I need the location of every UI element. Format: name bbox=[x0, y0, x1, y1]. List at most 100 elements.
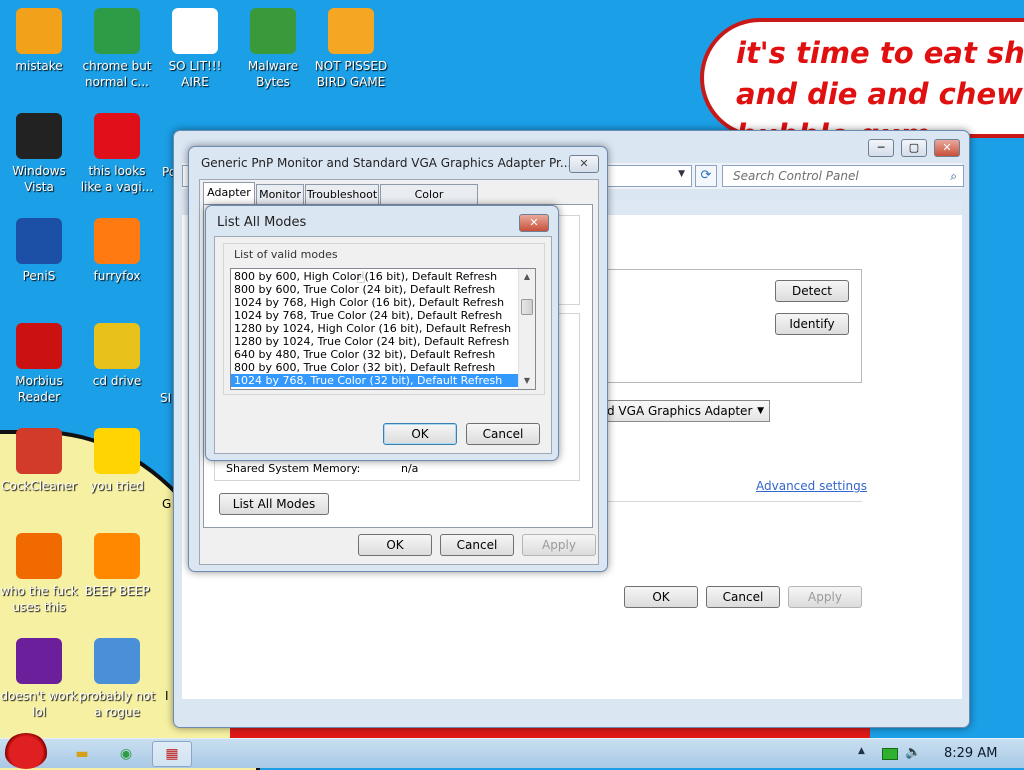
list-item[interactable]: 800 by 600, True Color (32 bit), Default… bbox=[231, 361, 519, 374]
chevron-down-icon[interactable]: ▼ bbox=[678, 169, 685, 179]
tray-expand-arrow-icon[interactable]: ▲ bbox=[858, 746, 865, 756]
control-panel-taskbar-button[interactable]: ▦ bbox=[152, 741, 192, 767]
desktop-icon[interactable]: furryfox bbox=[78, 218, 156, 284]
dialog-title: Generic PnP Monitor and Standard VGA Gra… bbox=[201, 156, 572, 170]
list-item[interactable]: 1280 by 1024, High Color (16 bit), Defau… bbox=[231, 322, 519, 335]
list-item[interactable]: 1024 by 768, True Color (24 bit), Defaul… bbox=[231, 309, 519, 322]
list-item[interactable]: 800 by 600, High Color (16 bit), Default… bbox=[231, 270, 519, 283]
desktop-icon[interactable]: mistake bbox=[0, 8, 78, 74]
group-label: List of valid modes bbox=[232, 248, 340, 261]
search-placeholder: Search Control Panel bbox=[733, 169, 859, 183]
start-button-angry-bird-icon[interactable] bbox=[4, 733, 48, 769]
maximize-button[interactable]: ▢ bbox=[901, 139, 927, 157]
desktop-icon[interactable]: SO LIT!!! AIRE bbox=[156, 8, 234, 90]
volume-icon[interactable]: 🔈 bbox=[905, 745, 921, 760]
close-button[interactable]: ✕ bbox=[519, 214, 549, 232]
desktop-icon-label: furryfox bbox=[93, 269, 141, 283]
desktop-icon[interactable]: PeniS bbox=[0, 218, 78, 284]
detect-button[interactable]: Detect bbox=[775, 280, 849, 302]
yahoo-icon bbox=[16, 638, 62, 684]
desktop-icon-label: CockCleaner bbox=[1, 479, 77, 493]
scroll-up-arrow-icon[interactable]: ▲ bbox=[519, 269, 535, 285]
scroll-down-arrow-icon[interactable]: ▼ bbox=[519, 373, 535, 389]
modes-listbox[interactable]: 800 by 600, High Color (16 bit), Default… bbox=[230, 268, 536, 390]
refresh-icon[interactable]: ⟳ bbox=[695, 165, 717, 187]
desktop-icon[interactable]: probably not a rogue bbox=[78, 638, 156, 720]
photoshop-icon bbox=[16, 218, 62, 264]
desktop-icon[interactable]: who the fuck uses this bbox=[0, 533, 78, 615]
taskbar: ▬ ◉ ▦ ▲ 🔈 8:29 AM bbox=[0, 733, 1024, 769]
desktop-icon[interactable]: Malware Bytes bbox=[234, 8, 312, 90]
desktop-icon-label: Malware Bytes bbox=[247, 59, 299, 89]
partial-icon-label: G bbox=[162, 497, 172, 511]
list-all-modes-button[interactable]: List All Modes bbox=[219, 493, 329, 515]
apply-button[interactable]: Apply bbox=[788, 586, 862, 608]
desktop-icon-label: this looks like a vagi... bbox=[80, 164, 154, 194]
desktop-icon[interactable]: Windows Vista bbox=[0, 113, 78, 195]
desktop-icon-label: SO LIT!!! AIRE bbox=[168, 59, 222, 89]
desktop-icon[interactable]: CockCleaner bbox=[0, 428, 78, 494]
desktop-icon[interactable]: you tried bbox=[78, 428, 156, 494]
green-pig-icon bbox=[328, 8, 374, 54]
opera-icon bbox=[94, 113, 140, 159]
desktop-icon[interactable]: doesn't work lol bbox=[0, 638, 78, 720]
vertical-scrollbar[interactable]: ▲ ▼ bbox=[518, 269, 535, 389]
firefox-icon bbox=[94, 218, 140, 264]
apply-button[interactable]: Apply bbox=[522, 534, 596, 556]
ok-button[interactable]: OK bbox=[383, 423, 457, 445]
ccleaner-icon bbox=[16, 428, 62, 474]
dialog-body: List of valid modes 800 by 600, High Col… bbox=[214, 236, 552, 454]
cancel-button[interactable]: Cancel bbox=[440, 534, 514, 556]
desktop-icon[interactable]: Morbius Reader bbox=[0, 323, 78, 405]
tab-adapter[interactable]: Adapter bbox=[203, 182, 255, 205]
solitaire-icon bbox=[172, 8, 218, 54]
display-select-value: d VGA Graphics Adapter bbox=[607, 404, 753, 418]
busy-cursor-icon: ☝ bbox=[356, 268, 366, 287]
battery-icon[interactable] bbox=[882, 748, 898, 760]
desktop-icon-label: you tried bbox=[90, 479, 144, 493]
list-item[interactable]: 800 by 600, True Color (24 bit), Default… bbox=[231, 283, 519, 296]
desktop-icon-label: chrome but normal c... bbox=[82, 59, 152, 89]
star-icon bbox=[94, 428, 140, 474]
desktop-icon[interactable]: NOT PISSED BIRD GAME bbox=[312, 8, 390, 90]
identify-button[interactable]: Identify bbox=[775, 313, 849, 335]
cancel-button[interactable]: Cancel bbox=[706, 586, 780, 608]
scrollbar-thumb[interactable] bbox=[521, 299, 533, 315]
minimize-button[interactable]: ─ bbox=[868, 139, 894, 157]
shared-memory-value: n/a bbox=[401, 462, 419, 475]
tab-monitor[interactable]: Monitor bbox=[256, 184, 304, 205]
chrome-icon bbox=[94, 8, 140, 54]
list-item[interactable]: 1024 by 768, High Color (16 bit), Defaul… bbox=[231, 296, 519, 309]
chevron-down-icon[interactable]: ▼ bbox=[757, 401, 764, 421]
desktop-icon[interactable]: BEEP BEEP bbox=[78, 533, 156, 599]
tab-troubleshoot[interactable]: Troubleshoot bbox=[305, 184, 379, 205]
list-item[interactable]: 640 by 480, True Color (32 bit), Default… bbox=[231, 348, 519, 361]
valid-modes-group: List of valid modes 800 by 600, High Col… bbox=[223, 243, 545, 395]
close-button[interactable]: ✕ bbox=[569, 155, 599, 173]
desktop-icon[interactable]: chrome but normal c... bbox=[78, 8, 156, 90]
list-item[interactable]: 1280 by 1024, True Color (24 bit), Defau… bbox=[231, 335, 519, 348]
search-icon[interactable]: ⌕ bbox=[950, 166, 957, 186]
desktop-icon[interactable]: cd drive bbox=[78, 323, 156, 389]
advanced-settings-link[interactable]: Advanced settings bbox=[756, 479, 867, 493]
partial-icon-label: I bbox=[165, 689, 169, 703]
ok-button[interactable]: OK bbox=[624, 586, 698, 608]
explorer-taskbar-icon[interactable]: ▬ bbox=[62, 741, 102, 767]
desktop-icon-label: probably not a rogue bbox=[78, 689, 156, 719]
vlc-cone-icon bbox=[94, 533, 140, 579]
desktop-icon[interactable]: this looks like a vagi... bbox=[78, 113, 156, 195]
trash-bin-icon bbox=[16, 113, 62, 159]
ok-button[interactable]: OK bbox=[358, 534, 432, 556]
list-item[interactable]: 1024 by 768, True Color (32 bit), Defaul… bbox=[231, 374, 519, 387]
folder-computer-icon bbox=[16, 8, 62, 54]
desktop-icon-label: mistake bbox=[15, 59, 63, 73]
close-button[interactable]: ✕ bbox=[934, 139, 960, 157]
clock[interactable]: 8:29 AM bbox=[944, 746, 997, 761]
cancel-button[interactable]: Cancel bbox=[466, 423, 540, 445]
tab-color-management[interactable]: Color Management bbox=[380, 184, 478, 221]
display-select[interactable]: d VGA Graphics Adapter ▼ bbox=[602, 400, 770, 422]
acrobat-icon bbox=[16, 323, 62, 369]
chrome-taskbar-icon[interactable]: ◉ bbox=[106, 741, 146, 767]
search-input[interactable]: Search Control Panel ⌕ bbox=[722, 165, 964, 187]
partial-icon-label: SI bbox=[160, 391, 172, 405]
